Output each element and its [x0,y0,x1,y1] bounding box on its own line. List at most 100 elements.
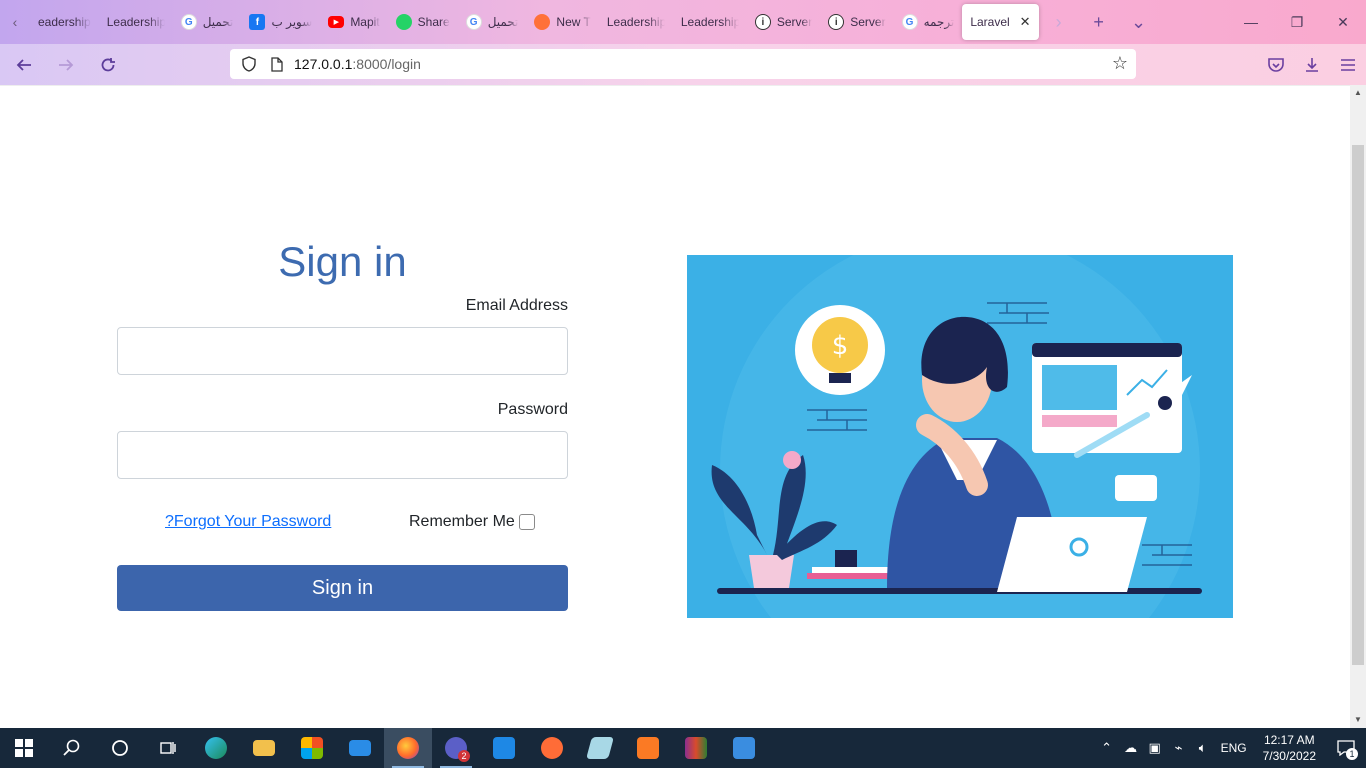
browser-tab[interactable]: New T [526,4,598,40]
xampp-taskbar-icon[interactable] [624,728,672,768]
browser-tab[interactable]: G ترجمه [894,4,963,40]
file-explorer-taskbar-icon[interactable] [240,728,288,768]
close-window-button[interactable]: ✕ [1320,0,1366,44]
woman-thinking-illustration: $ [687,255,1233,618]
back-button[interactable] [6,49,42,81]
tab-scroll-left-button[interactable]: ‹ [0,0,30,44]
browser-tab[interactable]: Leadership [99,4,173,40]
search-button[interactable] [48,728,96,768]
network-icon[interactable]: ⌁ [1167,740,1191,756]
browser-tab[interactable]: Share [388,4,458,40]
sublime-taskbar-icon[interactable] [528,728,576,768]
scroll-down-icon[interactable]: ▼ [1353,715,1363,725]
close-tab-icon[interactable]: ✕ [1020,14,1031,30]
cortana-icon [112,740,128,756]
login-page: Sign in Email Address Password ?Forgot Y… [0,85,1350,728]
reload-button[interactable] [90,49,126,81]
notification-center-button[interactable]: 1 [1326,728,1366,768]
clock-date: 7/30/2022 [1262,749,1316,763]
forgot-password-link[interactable]: ?Forgot Your Password [165,513,331,531]
tab-label: تحميل [487,15,519,29]
page-icon[interactable] [266,53,288,75]
url-path: :8000/login [352,56,421,72]
browser-tab[interactable]: Laravel ✕ [962,4,1039,40]
tab-label: Server [850,15,886,29]
task-view-button[interactable] [144,728,192,768]
browser-tab[interactable]: Leadership [673,4,747,40]
new-tab-button[interactable]: + [1079,0,1119,44]
tab-scroll-right-button[interactable]: › [1039,0,1079,44]
browser-tab[interactable]: ▶ Mapit [320,4,387,40]
browser-tab[interactable]: f سوير ب [241,4,320,40]
list-all-tabs-button[interactable]: ⌄ [1119,0,1159,44]
scroll-thumb[interactable] [1352,145,1364,665]
navigation-toolbar: 127.0.0.1:8000/login ☆ [0,44,1366,85]
bookmark-star-icon[interactable]: ☆ [1112,53,1128,74]
whatsapp-icon [395,14,412,30]
browser-tab[interactable]: i Server [747,4,820,40]
cortana-button[interactable] [96,728,144,768]
task-view-icon [160,742,176,754]
tab-label: Mapit [350,15,380,29]
google-icon: G [180,14,197,30]
tab-label: Leadership [680,15,739,29]
restore-button[interactable]: ❐ [1274,0,1320,44]
store-taskbar-icon[interactable] [288,728,336,768]
app-menu-button[interactable] [1330,49,1366,81]
windows-taskbar: 2 ⌃ ☁ ▣ ⌁ 🔈︎ ENG 12:17 AM 7/30/2022 1 [0,728,1366,768]
clock-time: 12:17 AM [1263,733,1315,747]
tab-label: ترجمه [923,15,955,29]
forward-button[interactable] [48,49,84,81]
language-indicator[interactable]: ENG [1215,741,1253,755]
scroll-up-icon[interactable]: ▲ [1353,88,1363,98]
remember-me-label: Remember Me [409,513,515,530]
browser-tab[interactable]: Leadership [599,4,673,40]
pocket-icon [1268,57,1284,72]
start-button[interactable] [0,728,48,768]
edge-taskbar-icon[interactable] [192,728,240,768]
search-icon [63,739,80,756]
tab-label: Share [417,15,450,29]
photos-taskbar-icon[interactable] [720,728,768,768]
tab-label: Leadership [606,15,665,29]
google-icon: G [901,14,918,30]
browser-tab[interactable]: G تحميل [173,4,242,40]
sign-in-button[interactable]: Sign in [117,565,568,611]
info-icon: i [754,14,771,30]
clock[interactable]: 12:17 AM 7/30/2022 [1253,732,1326,764]
pocket-button[interactable] [1258,49,1294,81]
url-bar[interactable]: 127.0.0.1:8000/login ☆ [230,49,1136,79]
download-icon [1306,57,1318,72]
system-tray: ⌃ ☁ ▣ ⌁ 🔈︎ ENG 12:17 AM 7/30/2022 1 [1095,728,1366,768]
email-field[interactable] [117,327,568,375]
remember-me-checkbox[interactable] [518,514,535,530]
downloads-button[interactable] [1294,49,1330,81]
browser-tab[interactable]: G تحميل [458,4,527,40]
page-scrollbar[interactable]: ▲ ▼ [1350,85,1366,728]
browser-tab[interactable]: eadership [30,4,99,40]
volume-icon[interactable]: 🔈︎ [1191,740,1215,756]
firefox-taskbar-icon[interactable] [384,728,432,768]
email-label: Email Address [465,297,568,314]
shield-icon[interactable] [238,53,260,75]
browser-tab[interactable]: i Server [820,4,893,40]
notepad-taskbar-icon[interactable] [576,728,624,768]
teams-taskbar-icon[interactable]: 2 [432,728,480,768]
onedrive-icon[interactable]: ☁ [1119,740,1143,756]
password-label: Password [497,401,568,418]
meet-now-icon[interactable]: ▣ [1143,740,1167,756]
tab-label: Laravel [970,15,1010,29]
minimize-button[interactable]: — [1228,0,1274,44]
mail-taskbar-icon[interactable] [336,728,384,768]
forward-arrow-icon [59,58,74,71]
tab-label: سوير ب [271,15,313,29]
vscode-taskbar-icon[interactable] [480,728,528,768]
page-title: Sign in [278,238,407,285]
youtube-icon: ▶ [328,16,345,28]
svg-text:$: $ [832,331,849,361]
winrar-taskbar-icon[interactable] [672,728,720,768]
chevron-up-icon[interactable]: ⌃ [1095,740,1119,756]
password-field[interactable] [117,431,568,479]
firefox-icon [534,14,551,30]
hamburger-menu-icon [1341,58,1355,71]
